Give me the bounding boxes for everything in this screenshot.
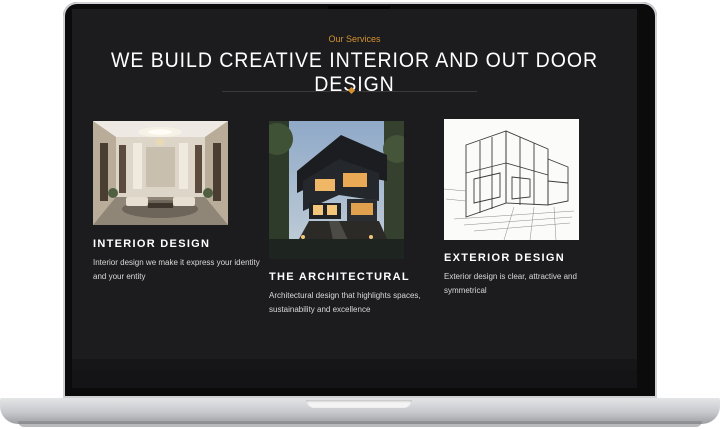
exterior-design-description: Exterior design is clear, attractive and… — [444, 272, 577, 295]
architectural-title: THE ARCHITECTURAL — [269, 271, 410, 283]
screen-footer-band — [72, 359, 637, 370]
interior-design-image[interactable] — [93, 121, 228, 225]
section-eyebrow: Our Services — [328, 34, 381, 44]
architectural-description: Architectural design that highlights spa… — [269, 291, 421, 314]
interior-design-title: INTERIOR DESIGN — [93, 238, 211, 250]
exterior-design-image[interactable] — [444, 119, 579, 240]
interior-design-description: Interior design we make it express your … — [93, 258, 260, 281]
screen-bottom-bezel — [72, 370, 637, 388]
laptop-hinge-notch — [306, 400, 412, 408]
divider-right — [357, 91, 477, 92]
screen: Our Services WE BUILD CREATIVE INTERIOR … — [72, 9, 637, 370]
architectural-image[interactable] — [269, 121, 404, 259]
exterior-design-title: EXTERIOR DESIGN — [444, 252, 565, 264]
laptop-base-shadow — [18, 421, 702, 427]
divider-left — [222, 91, 347, 92]
